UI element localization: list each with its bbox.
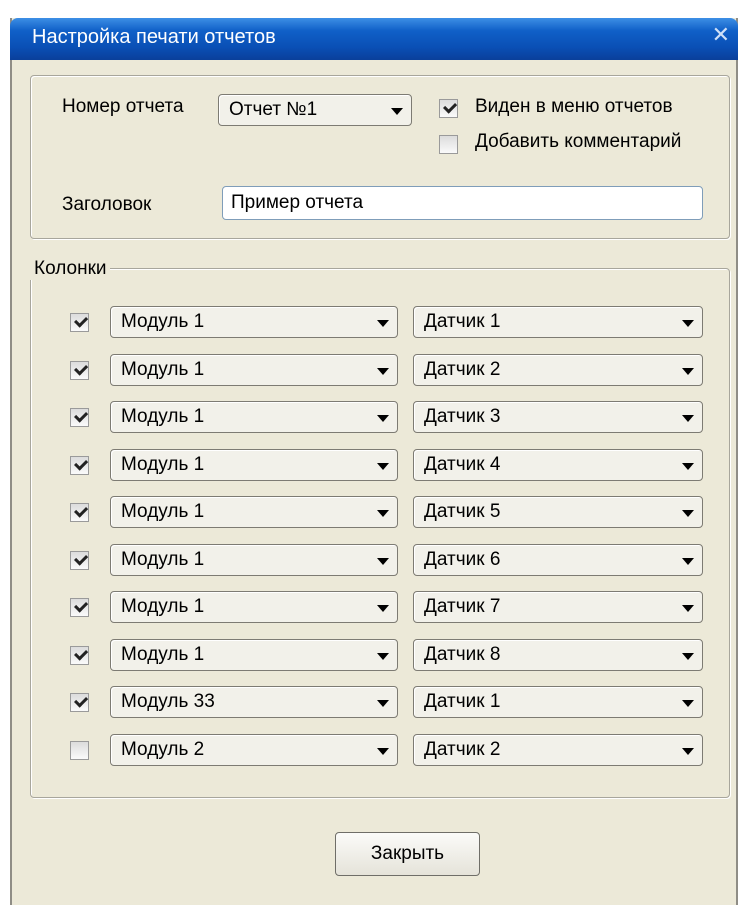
checkmark-icon (74, 551, 89, 566)
sensor-select[interactable]: Датчик 1 (413, 686, 703, 718)
checkmark-icon (74, 646, 89, 661)
column-enabled-checkbox[interactable] (70, 313, 89, 332)
chevron-down-icon (682, 605, 694, 612)
add-comment-checkbox[interactable] (439, 135, 458, 154)
chevron-down-icon (682, 320, 694, 327)
checkmark-icon (74, 693, 89, 708)
column-enabled-checkbox[interactable] (70, 551, 89, 570)
module-select[interactable]: Модуль 1 (110, 401, 398, 433)
column-enabled-checkbox[interactable] (70, 361, 89, 380)
chevron-down-icon (377, 605, 389, 612)
heading-input[interactable] (229, 191, 689, 215)
module-select-value: Модуль 1 (121, 311, 205, 332)
sensor-select[interactable]: Датчик 1 (413, 306, 703, 338)
module-select[interactable]: Модуль 1 (110, 354, 398, 386)
sensor-select-value: Датчик 4 (424, 454, 501, 475)
chevron-down-icon (377, 700, 389, 707)
checkmark-icon (443, 99, 458, 114)
sensor-select-value: Датчик 2 (424, 359, 501, 380)
column-enabled-checkbox[interactable] (70, 741, 89, 760)
sensor-select-value: Датчик 6 (424, 549, 501, 570)
module-select[interactable]: Модуль 2 (110, 734, 398, 766)
column-enabled-checkbox[interactable] (70, 646, 89, 665)
sensor-select-value: Датчик 3 (424, 406, 501, 427)
columns-group (30, 268, 730, 798)
report-number-select[interactable]: Отчет №1 (218, 94, 412, 126)
chevron-down-icon (682, 558, 694, 565)
sensor-select[interactable]: Датчик 2 (413, 734, 703, 766)
module-select[interactable]: Модуль 1 (110, 306, 398, 338)
module-select[interactable]: Модуль 33 (110, 686, 398, 718)
sensor-select[interactable]: Датчик 8 (413, 639, 703, 671)
module-select-value: Модуль 2 (121, 739, 205, 760)
chevron-down-icon (682, 463, 694, 470)
module-select[interactable]: Модуль 1 (110, 496, 398, 528)
sensor-select-value: Датчик 5 (424, 501, 501, 522)
sensor-select[interactable]: Датчик 6 (413, 544, 703, 576)
chevron-down-icon (377, 558, 389, 565)
sensor-select-value: Датчик 1 (424, 691, 501, 712)
sensor-select-value: Датчик 2 (424, 739, 501, 760)
chevron-down-icon (377, 463, 389, 470)
module-select-value: Модуль 1 (121, 596, 205, 617)
checkmark-icon (74, 313, 89, 328)
sensor-select[interactable]: Датчик 3 (413, 401, 703, 433)
chevron-down-icon (377, 748, 389, 755)
visible-in-menu-checkbox[interactable] (439, 99, 458, 118)
column-enabled-checkbox[interactable] (70, 456, 89, 475)
module-select[interactable]: Модуль 1 (110, 449, 398, 481)
chevron-down-icon (377, 320, 389, 327)
module-select[interactable]: Модуль 1 (110, 544, 398, 576)
sensor-select-value: Датчик 1 (424, 311, 501, 332)
heading-field[interactable] (222, 186, 703, 220)
window-title: Настройка печати отчетов (32, 26, 276, 48)
report-number-value: Отчет №1 (229, 99, 318, 120)
column-enabled-checkbox[interactable] (70, 693, 89, 712)
checkmark-icon (74, 598, 89, 613)
module-select-value: Модуль 33 (121, 691, 215, 712)
chevron-down-icon (682, 510, 694, 517)
module-select-value: Модуль 1 (121, 549, 205, 570)
visible-in-menu-label: Виден в меню отчетов (475, 96, 673, 117)
module-select[interactable]: Модуль 1 (110, 591, 398, 623)
chevron-down-icon (682, 700, 694, 707)
sensor-select[interactable]: Датчик 5 (413, 496, 703, 528)
module-select-value: Модуль 1 (121, 359, 205, 380)
column-enabled-checkbox[interactable] (70, 408, 89, 427)
chevron-down-icon (682, 653, 694, 660)
module-select-value: Модуль 1 (121, 454, 205, 475)
column-enabled-checkbox[interactable] (70, 503, 89, 522)
add-comment-label: Добавить комментарий (475, 131, 682, 152)
chevron-down-icon (377, 653, 389, 660)
column-enabled-checkbox[interactable] (70, 598, 89, 617)
chevron-down-icon (391, 108, 403, 115)
chevron-down-icon (682, 415, 694, 422)
checkmark-icon (74, 408, 89, 423)
module-select[interactable]: Модуль 1 (110, 639, 398, 671)
module-select-value: Модуль 1 (121, 644, 205, 665)
heading-label: Заголовок (62, 194, 152, 215)
columns-group-label: Колонки (30, 258, 110, 280)
chevron-down-icon (377, 510, 389, 517)
sensor-select-value: Датчик 8 (424, 644, 501, 665)
title-bar[interactable]: Настройка печати отчетов ✕ (10, 18, 738, 60)
chevron-down-icon (377, 368, 389, 375)
chevron-down-icon (682, 368, 694, 375)
sensor-select[interactable]: Датчик 7 (413, 591, 703, 623)
sensor-select[interactable]: Датчик 4 (413, 449, 703, 481)
sensor-select[interactable]: Датчик 2 (413, 354, 703, 386)
report-number-label: Номер отчета (62, 96, 184, 117)
checkmark-icon (74, 503, 89, 518)
module-select-value: Модуль 1 (121, 406, 205, 427)
sensor-select-value: Датчик 7 (424, 596, 501, 617)
chevron-down-icon (682, 748, 694, 755)
checkmark-icon (74, 361, 89, 376)
checkmark-icon (74, 456, 89, 471)
close-icon[interactable]: ✕ (712, 22, 730, 48)
chevron-down-icon (377, 415, 389, 422)
module-select-value: Модуль 1 (121, 501, 205, 522)
close-button[interactable]: Закрыть (335, 832, 480, 876)
